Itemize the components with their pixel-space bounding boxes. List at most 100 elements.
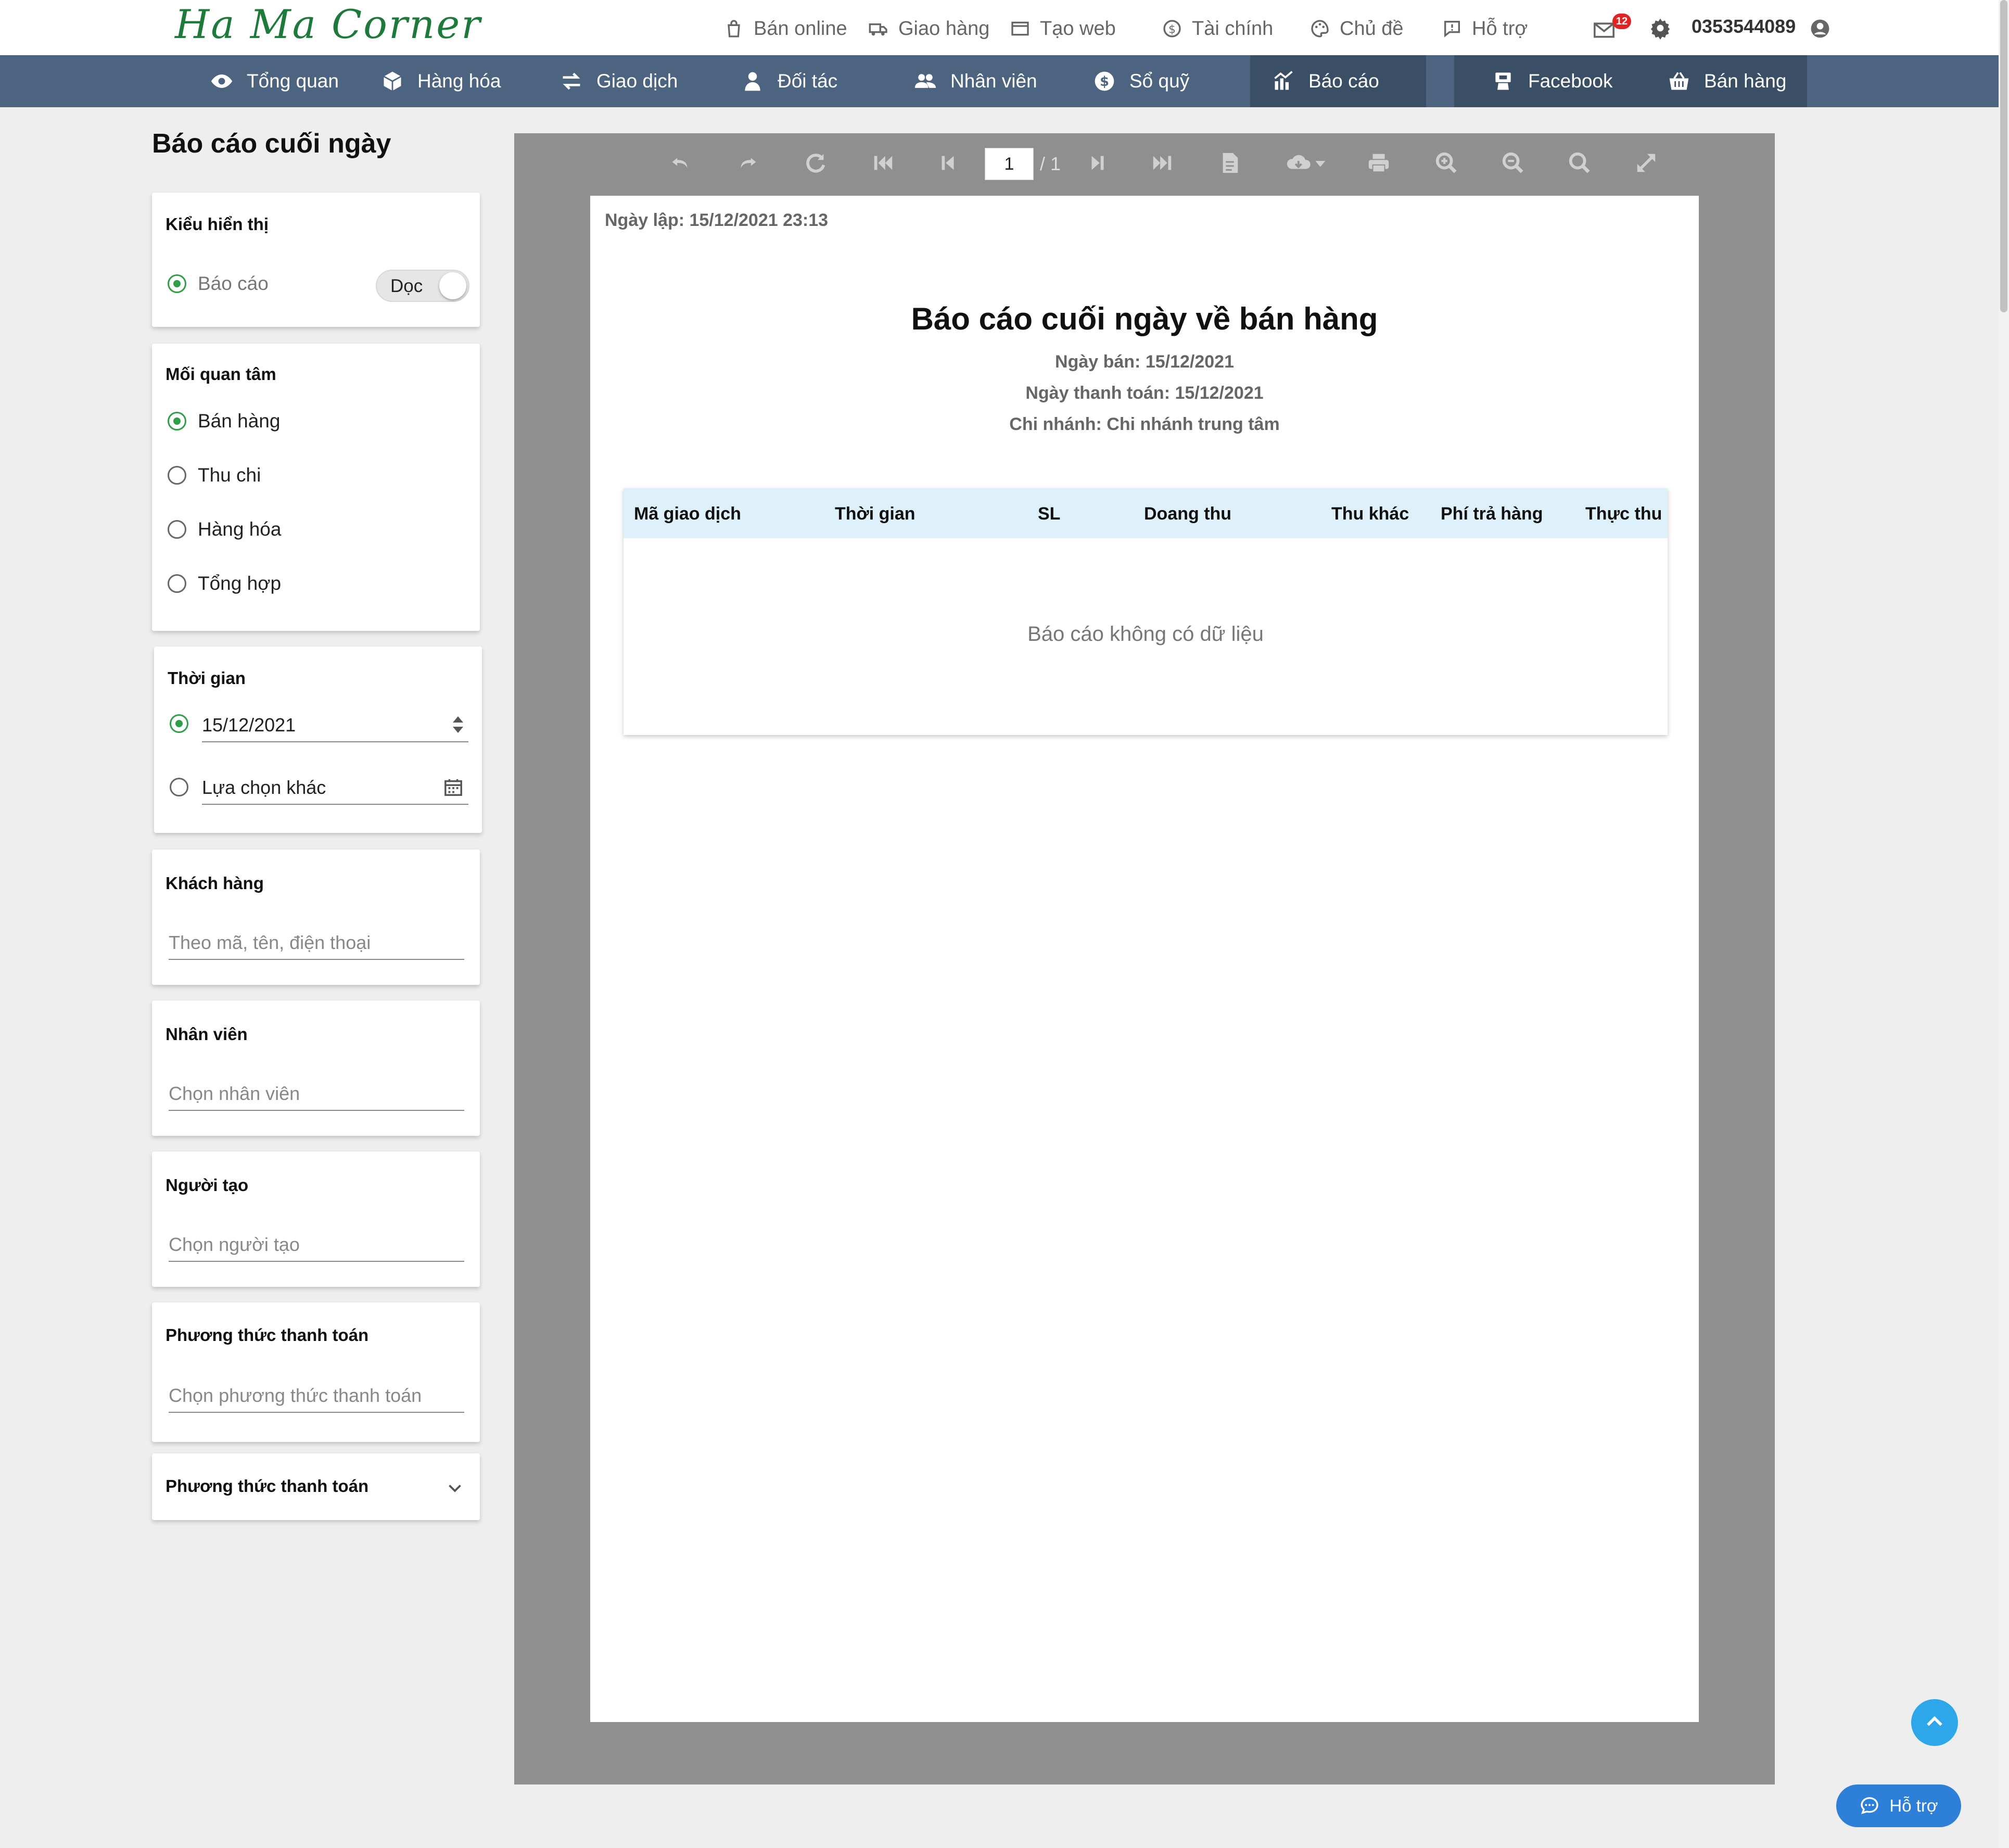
print-icon[interactable] <box>1367 151 1391 175</box>
toplink-label: Tài chính <box>1192 17 1274 40</box>
toplink-label: Tạo web <box>1040 17 1116 40</box>
nav-label: Bán hàng <box>1704 70 1787 92</box>
fullscreen-icon[interactable] <box>1634 151 1658 175</box>
toplink-ban-online[interactable]: Bán online <box>723 10 847 47</box>
radio-unchecked[interactable] <box>168 520 186 539</box>
orientation-toggle[interactable]: Dọc <box>376 270 469 302</box>
toplink-tai-chinh[interactable]: $ Tài chính <box>1162 10 1273 47</box>
toplink-chu-de[interactable]: Chủ đề <box>1309 10 1404 47</box>
zoom-out-icon[interactable] <box>1501 151 1525 175</box>
chat-bubble-icon <box>1859 1795 1880 1816</box>
toplink-label: Chủ đề <box>1340 17 1404 40</box>
users-icon <box>914 70 937 93</box>
concern-option-thu-chi[interactable]: Thu chi <box>168 464 261 486</box>
page-number-input[interactable]: 1 <box>985 148 1034 180</box>
display-type-card: Kiểu hiển thị Báo cáo Dọc <box>152 193 480 327</box>
card-title: Kiểu hiển thị <box>166 214 269 234</box>
creator-select-field[interactable]: Chọn người tạo <box>169 1234 464 1262</box>
column-header: Thực thu <box>1585 504 1662 524</box>
payment-method-card: Phương thức thanh toán Chọn phương thức … <box>152 1302 480 1442</box>
column-header: Mã giao dịch <box>634 504 741 524</box>
document-icon[interactable] <box>1218 151 1242 175</box>
nav-bao-cao[interactable]: Báo cáo <box>1272 55 1379 107</box>
nav-so-quy[interactable]: $ Sổ quỹ <box>1093 55 1189 107</box>
last-page-icon[interactable] <box>1150 151 1174 175</box>
radio-checked[interactable] <box>168 412 186 431</box>
chevron-down-icon[interactable] <box>446 1478 464 1497</box>
previous-page-icon[interactable] <box>936 151 960 175</box>
nav-nhan-vien[interactable]: Nhân viên <box>914 55 1037 107</box>
calendar-icon[interactable] <box>443 777 463 798</box>
payment-method-collapsible[interactable]: Phương thức thanh toán <box>152 1453 480 1520</box>
scroll-to-top-button[interactable] <box>1911 1699 1958 1746</box>
concern-option-ban-hang[interactable]: Bán hàng <box>168 410 280 432</box>
nav-tong-quan[interactable]: Tổng quan <box>210 55 339 107</box>
zoom-in-icon[interactable] <box>1434 151 1458 175</box>
radio-checked[interactable] <box>170 714 188 733</box>
customer-card: Khách hàng Theo mã, tên, điện thoại <box>152 850 480 985</box>
dollar-circle-icon: $ <box>1162 18 1182 39</box>
export-cloud-icon[interactable] <box>1286 151 1329 175</box>
svg-text:$: $ <box>1168 23 1176 36</box>
date-select[interactable]: 15/12/2021 <box>202 714 468 742</box>
next-page-icon[interactable] <box>1086 151 1110 175</box>
browser-window-icon <box>1010 18 1031 39</box>
shopping-bag-icon <box>723 18 744 39</box>
nav-giao-dich[interactable]: Giao dịch <box>560 55 678 107</box>
redo-icon[interactable] <box>736 151 760 175</box>
option-label: Tổng hợp <box>198 573 282 594</box>
chart-icon <box>1272 70 1295 93</box>
toplink-label: Hỗ trợ <box>1472 17 1528 40</box>
support-label: Hỗ trợ <box>1889 1796 1938 1815</box>
sort-arrows-icon[interactable] <box>451 714 465 735</box>
eye-icon <box>210 70 233 93</box>
time-option-date[interactable] <box>170 714 188 733</box>
custom-range-field[interactable]: Lựa chọn khác <box>202 777 468 805</box>
page-scrollbar-thumb[interactable] <box>2000 0 2007 312</box>
basket-icon <box>1668 70 1690 93</box>
truck-icon <box>868 18 889 39</box>
search-icon[interactable] <box>1568 151 1592 175</box>
nav-label: Sổ quỹ <box>1129 70 1190 92</box>
brand-logo[interactable]: Ha Ma Corner <box>175 1 482 47</box>
nav-hang-hoa[interactable]: Hàng hóa <box>381 55 501 107</box>
user-avatar-icon[interactable] <box>1810 19 1830 39</box>
card-title: Thời gian <box>168 668 246 688</box>
card-title: Phương thức thanh toán <box>166 1325 369 1345</box>
help-chat-icon <box>1442 18 1463 39</box>
coin-icon: $ <box>1093 70 1116 93</box>
employee-select-field[interactable]: Chọn nhân viên <box>169 1083 464 1111</box>
refresh-icon[interactable] <box>804 151 828 175</box>
payment-method-field[interactable]: Chọn phương thức thanh toán <box>169 1385 464 1413</box>
first-page-icon[interactable] <box>871 151 895 175</box>
column-header: Doang thu <box>1144 504 1232 524</box>
undo-icon[interactable] <box>668 151 692 175</box>
toggle-knob[interactable] <box>439 272 466 299</box>
account-phone[interactable]: 0353544089 <box>1692 16 1796 37</box>
nav-doi-tac[interactable]: Đối tác <box>741 55 837 107</box>
gear-icon[interactable] <box>1649 17 1672 40</box>
toplink-label: Bán online <box>754 17 847 40</box>
concern-option-hang-hoa[interactable]: Hàng hóa <box>168 518 281 540</box>
toggle-label: Dọc <box>390 276 423 296</box>
concern-option-tong-hop[interactable]: Tổng hợp <box>168 573 281 594</box>
radio-unchecked[interactable] <box>170 778 188 796</box>
nav-facebook[interactable]: Facebook <box>1492 55 1613 107</box>
nav-label: Hàng hóa <box>417 70 501 92</box>
toplink-giao-hang[interactable]: Giao hàng <box>868 10 989 47</box>
column-header: Thu khác <box>1331 504 1409 524</box>
nav-ban-hang[interactable]: Bán hàng <box>1668 55 1786 107</box>
report-payment-date: Ngày thanh toán: 15/12/2021 <box>1025 383 1264 403</box>
toplink-tao-web[interactable]: Tạo web <box>1010 10 1116 47</box>
radio-checked[interactable] <box>168 274 186 293</box>
customer-search-field[interactable]: Theo mã, tên, điện thoại <box>169 932 464 960</box>
radio-unchecked[interactable] <box>168 466 186 485</box>
time-option-other[interactable] <box>170 778 188 796</box>
support-chat-button[interactable]: Hỗ trợ <box>1836 1784 1961 1827</box>
toplink-ho-tro[interactable]: Hỗ trợ <box>1442 10 1528 47</box>
notification-badge: 12 <box>1612 14 1631 29</box>
concern-card: Mối quan tâm Bán hàng Thu chi Hàng hóa T… <box>152 344 480 631</box>
empty-state-message: Báo cáo không có dữ liệu <box>1027 623 1264 645</box>
display-option-report[interactable]: Báo cáo <box>168 273 269 295</box>
radio-unchecked[interactable] <box>168 574 186 593</box>
